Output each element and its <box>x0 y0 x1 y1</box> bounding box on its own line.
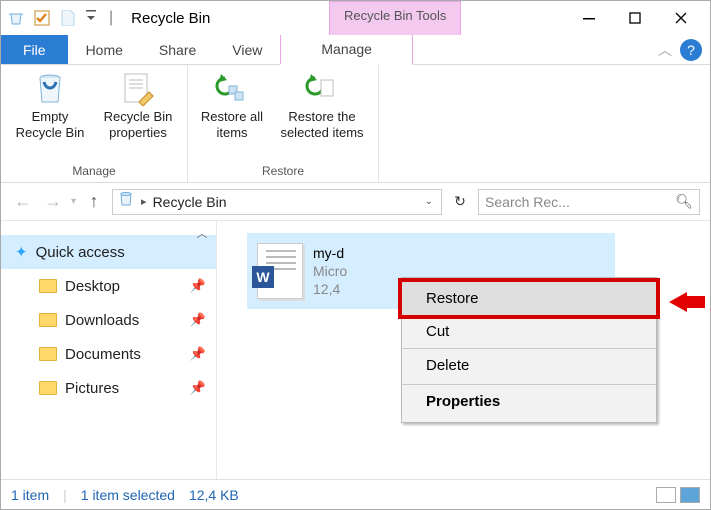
sidebar-item-quick-access[interactable]: ✦ Quick access <box>1 235 216 269</box>
separator: | <box>63 487 67 503</box>
annotation-arrow <box>669 292 705 312</box>
folder-icon <box>39 347 57 361</box>
selection-size: 12,4 KB <box>189 487 239 503</box>
context-menu-restore[interactable]: Restore <box>402 282 656 315</box>
search-input[interactable]: Search Rec... 🔍︎ <box>478 189 700 215</box>
tab-manage[interactable]: Manage <box>280 35 413 65</box>
navigation-pane: ︿ ✦ Quick access Desktop 📌 Downloads 📌 D… <box>1 221 217 479</box>
sidebar-item-pictures[interactable]: Pictures 📌 <box>1 371 216 405</box>
tab-share[interactable]: Share <box>141 35 214 64</box>
file-size: 12,4 <box>313 280 347 298</box>
context-menu: Restore Cut Delete Properties <box>401 277 657 423</box>
button-label: Empty Recycle Bin <box>9 109 91 142</box>
window-controls <box>566 3 704 33</box>
ribbon-tab-row: File Home Share View Manage ︿ ? <box>1 35 710 65</box>
recycle-bin-icon <box>117 190 135 213</box>
quick-access-toolbar: | Recycle Bin <box>7 8 210 29</box>
folder-icon <box>39 279 57 293</box>
sidebar-item-documents[interactable]: Documents 📌 <box>1 337 216 371</box>
pin-icon: 📌 <box>190 346 206 362</box>
checkbox-icon[interactable] <box>33 9 51 27</box>
recycle-bin-icon <box>7 9 25 27</box>
chevron-right-icon[interactable]: ▸ <box>141 195 147 208</box>
address-dropdown-icon[interactable]: ⌄ <box>421 196 437 207</box>
sidebar-item-label: Pictures <box>65 380 119 397</box>
close-button[interactable] <box>658 3 704 33</box>
folder-icon <box>39 381 57 395</box>
minimize-button[interactable] <box>566 3 612 33</box>
search-placeholder: Search Rec... <box>485 194 570 210</box>
tab-home[interactable]: Home <box>68 35 141 64</box>
ribbon-group-manage: Empty Recycle Bin Recycle Bin properties… <box>1 65 188 182</box>
scroll-up-icon[interactable]: ︿ <box>192 223 212 243</box>
restore-selected-icon <box>304 71 340 107</box>
back-button[interactable]: ← <box>11 191 35 212</box>
view-switcher <box>656 487 700 503</box>
history-dropdown-icon[interactable]: ▾ <box>71 196 76 207</box>
separator: | <box>109 9 113 27</box>
address-segment[interactable]: Recycle Bin <box>153 194 227 210</box>
button-label: Recycle Bin properties <box>97 109 179 142</box>
sidebar-item-label: Downloads <box>65 312 139 329</box>
large-icons-view-button[interactable] <box>680 487 700 503</box>
sidebar-item-desktop[interactable]: Desktop 📌 <box>1 269 216 303</box>
button-label: Restore all items <box>196 109 268 142</box>
group-label: Manage <box>72 162 115 182</box>
ribbon: Empty Recycle Bin Recycle Bin properties… <box>1 65 710 183</box>
file-type: Micro <box>313 262 347 280</box>
title-bar: | Recycle Bin Recycle Bin Tools <box>1 1 710 35</box>
help-button[interactable]: ? <box>680 39 702 61</box>
recycle-bin-window: | Recycle Bin Recycle Bin Tools File Hom… <box>0 0 711 510</box>
sidebar-item-downloads[interactable]: Downloads 📌 <box>1 303 216 337</box>
trash-icon <box>32 71 68 107</box>
pin-icon: 📌 <box>190 312 206 328</box>
address-bar[interactable]: ▸ Recycle Bin ⌄ <box>112 189 442 215</box>
ribbon-group-restore: Restore all items Restore the selected i… <box>188 65 379 182</box>
recycle-bin-properties-button[interactable]: Recycle Bin properties <box>97 69 179 142</box>
restore-selected-button[interactable]: Restore the selected items <box>274 69 370 142</box>
maximize-button[interactable] <box>612 3 658 33</box>
tab-view[interactable]: View <box>214 35 280 64</box>
word-document-icon <box>257 243 303 299</box>
search-icon: 🔍︎ <box>675 193 693 210</box>
contextual-tab-label: Recycle Bin Tools <box>329 1 461 35</box>
status-bar: 1 item | 1 item selected 12,4 KB <box>1 479 710 509</box>
refresh-button[interactable]: ↻ <box>448 193 472 210</box>
tab-file[interactable]: File <box>1 35 68 64</box>
group-label: Restore <box>262 162 304 182</box>
sidebar-item-label: Quick access <box>36 244 125 261</box>
pin-icon: 📌 <box>190 380 206 396</box>
restore-all-icon <box>214 71 250 107</box>
up-button[interactable]: ↑ <box>82 191 106 212</box>
qat-dropdown-icon[interactable] <box>85 8 97 29</box>
window-title: Recycle Bin <box>131 10 210 27</box>
restore-all-button[interactable]: Restore all items <box>196 69 268 142</box>
navigation-bar: ← → ▾ ↑ ▸ Recycle Bin ⌄ ↻ Search Rec... … <box>1 183 710 221</box>
empty-recycle-bin-button[interactable]: Empty Recycle Bin <box>9 69 91 142</box>
pin-icon: 📌 <box>190 278 206 294</box>
selection-count: 1 item selected <box>81 487 175 503</box>
document-icon <box>59 9 77 27</box>
file-metadata: my-d Micro 12,4 <box>313 244 347 299</box>
ribbon-collapse-icon[interactable]: ︿ <box>652 35 678 64</box>
context-menu-properties[interactable]: Properties <box>402 384 656 418</box>
details-view-button[interactable] <box>656 487 676 503</box>
star-icon: ✦ <box>15 243 28 261</box>
properties-icon <box>120 71 156 107</box>
folder-icon <box>39 313 57 327</box>
button-label: Restore the selected items <box>274 109 370 142</box>
item-count: 1 item <box>11 487 49 503</box>
file-name: my-d <box>313 244 347 262</box>
sidebar-item-label: Documents <box>65 346 141 363</box>
sidebar-item-label: Desktop <box>65 278 120 295</box>
context-menu-delete[interactable]: Delete <box>402 348 656 382</box>
forward-button[interactable]: → <box>41 191 65 212</box>
context-menu-cut[interactable]: Cut <box>402 315 656 348</box>
